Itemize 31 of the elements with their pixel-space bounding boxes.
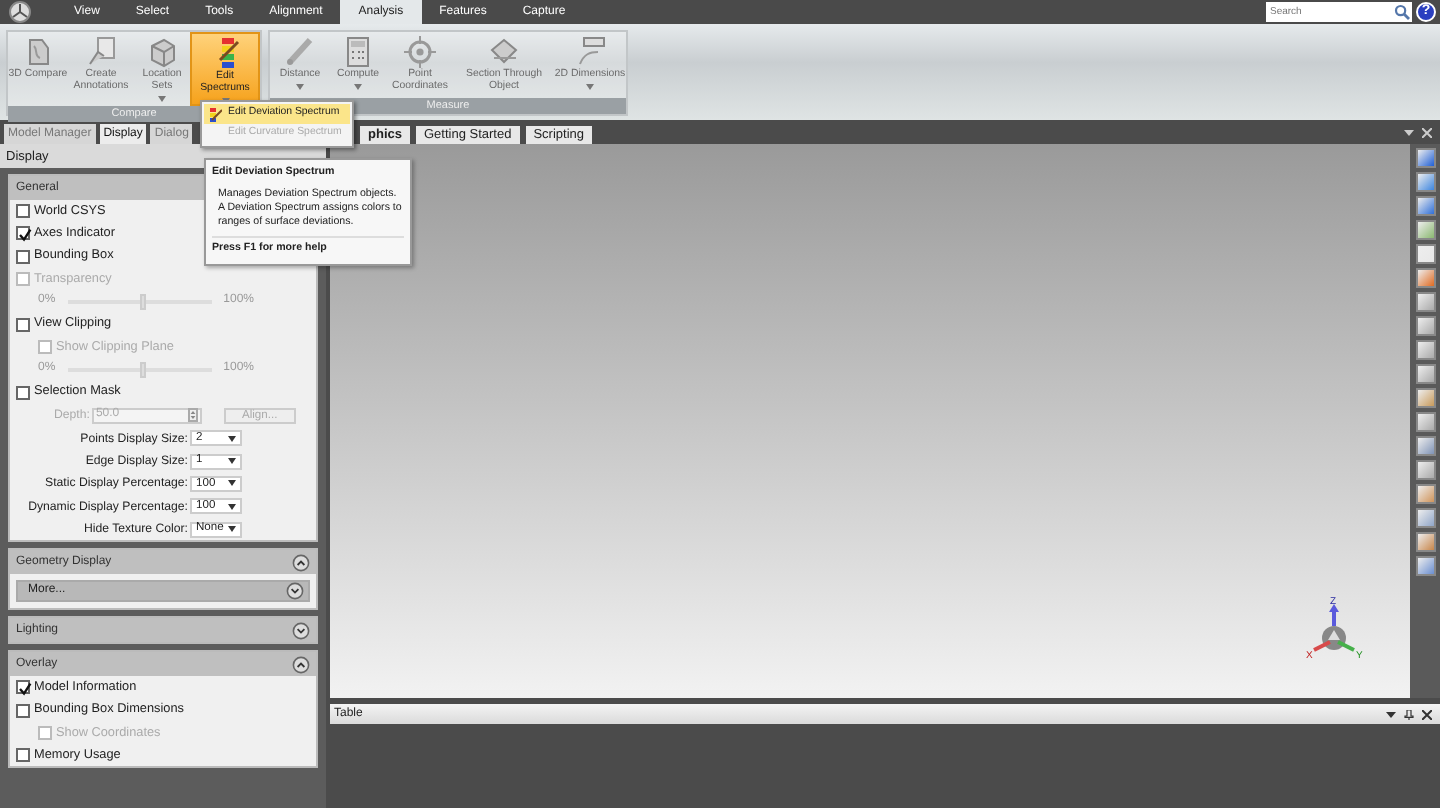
caret-icon [228, 503, 236, 510]
caret-icon [296, 83, 304, 90]
caret-icon [586, 83, 594, 90]
checkbox[interactable] [16, 703, 30, 718]
color-bars-icon [208, 107, 222, 121]
checkbox[interactable] [16, 249, 30, 264]
checkbox[interactable] [16, 680, 30, 695]
ruler-icon [282, 34, 318, 68]
checkbox[interactable] [16, 204, 30, 219]
caret-icon [228, 435, 236, 442]
slider-thumb[interactable] [139, 361, 146, 378]
close-icon [1422, 709, 1432, 719]
close-icon [1422, 128, 1432, 138]
annotation-icon [83, 34, 119, 68]
caret-icon [228, 526, 236, 532]
spinner-icon [187, 408, 198, 423]
crosshair-icon [402, 34, 438, 68]
chevron-down-icon [286, 582, 304, 601]
pin-icon [1404, 709, 1414, 719]
caret-icon [228, 458, 236, 465]
checkbox[interactable] [16, 748, 30, 763]
checkbox[interactable] [16, 385, 30, 400]
dropdown-icon [1386, 709, 1396, 719]
checkbox[interactable] [16, 317, 30, 332]
slider-thumb[interactable] [139, 293, 146, 310]
section-icon [486, 34, 522, 68]
checkbox[interactable] [16, 226, 30, 241]
search-icon [1392, 2, 1412, 22]
dropdown-icon [1404, 128, 1414, 138]
caret-icon [354, 83, 362, 90]
caret-icon [228, 480, 236, 487]
